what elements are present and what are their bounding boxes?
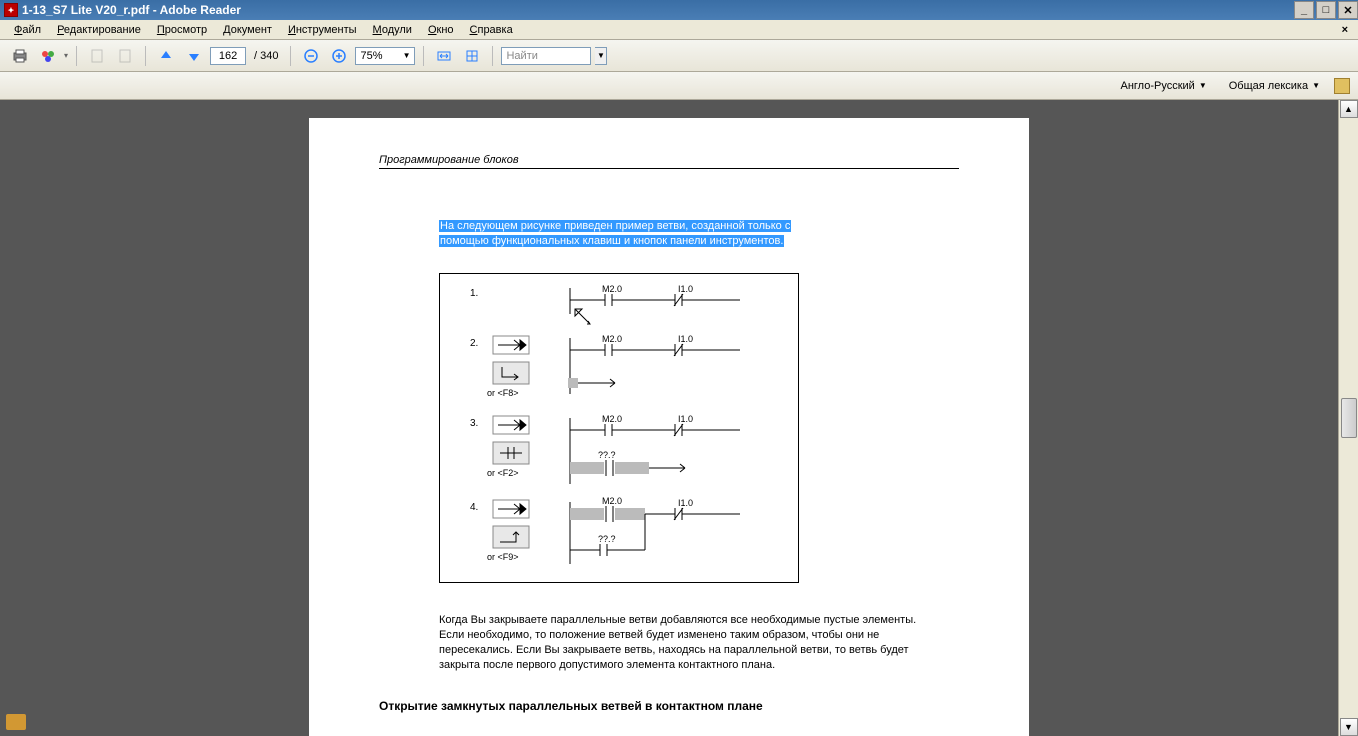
zoom-value: 75% (360, 50, 382, 62)
svg-text:I1.0: I1.0 (678, 334, 693, 344)
pdf-icon: ✦ (4, 3, 18, 17)
window-buttons: _ □ ✕ (1292, 1, 1358, 19)
page-icon (89, 48, 105, 64)
page-header: Программирование блоков (379, 154, 959, 169)
toolbar: ▾ / 340 75% ▼ Найти ▼ (0, 40, 1358, 72)
scroll-down-button[interactable]: ▼ (1340, 718, 1358, 736)
minus-icon (303, 48, 319, 64)
pdf-page: Программирование блоков На следующем рис… (309, 118, 1029, 736)
plus-icon (331, 48, 347, 64)
dictionary-icon[interactable] (1334, 78, 1350, 94)
svg-text:M2.0: M2.0 (602, 496, 622, 506)
menu-close-icon[interactable]: × (1338, 24, 1352, 36)
svg-text:M2.0: M2.0 (602, 284, 622, 294)
zoom-in-button[interactable] (327, 44, 351, 68)
collab-icon (40, 48, 56, 64)
section-heading: Открытие замкнутых параллельных ветвей в… (379, 699, 959, 713)
page-icon (117, 48, 133, 64)
find-placeholder: Найти (506, 50, 537, 62)
close-button[interactable]: ✕ (1338, 1, 1358, 19)
svg-text:I1.0: I1.0 (678, 498, 693, 508)
fit-width-button[interactable] (432, 44, 456, 68)
window-title: 1-13_S7 Lite V20_r.pdf - Adobe Reader (22, 3, 241, 17)
arrow-down-icon (186, 48, 202, 64)
comment-icon[interactable] (6, 714, 26, 730)
dict-lang-select[interactable]: Англо-Русский ▼ (1113, 78, 1215, 94)
sidebar-icons (6, 714, 26, 730)
chevron-down-icon: ▼ (403, 51, 411, 60)
scroll-up-button[interactable]: ▲ (1340, 100, 1358, 118)
svg-text:M2.0: M2.0 (602, 334, 622, 344)
find-dropdown[interactable]: ▼ (595, 47, 607, 65)
svg-text:4.: 4. (470, 502, 478, 513)
highlighted-text[interactable]: На следующем рисунке приведен пример вет… (439, 219, 919, 249)
prev-page-button[interactable] (154, 44, 178, 68)
find-input[interactable]: Найти (501, 47, 591, 65)
page-number-input[interactable] (210, 47, 246, 65)
svg-text:or <F9>: or <F9> (487, 552, 519, 562)
dict-lang-label: Англо-Русский (1121, 80, 1195, 92)
minimize-button[interactable]: _ (1294, 1, 1314, 19)
scroll-thumb[interactable] (1341, 398, 1357, 438)
print-button[interactable] (8, 44, 32, 68)
svg-text:or <F8>: or <F8> (487, 388, 519, 398)
fit-width-icon (436, 48, 452, 64)
document-viewer[interactable]: Программирование блоков На следующем рис… (0, 100, 1338, 736)
menu-plugins[interactable]: Модули (365, 22, 420, 38)
titlebar: ✦ 1-13_S7 Lite V20_r.pdf - Adobe Reader … (0, 0, 1358, 20)
zoom-out-button[interactable] (299, 44, 323, 68)
svg-text:2.: 2. (470, 338, 478, 349)
svg-text:3.: 3. (470, 418, 478, 429)
menu-edit[interactable]: Редактирование (49, 22, 149, 38)
collab-button[interactable] (36, 44, 60, 68)
menubar: Файл Редактирование Просмотр Документ Ин… (0, 20, 1358, 40)
chevron-down-icon: ▼ (1312, 81, 1320, 90)
fit-page-icon (464, 48, 480, 64)
maximize-button[interactable]: □ (1316, 1, 1336, 19)
menu-tools[interactable]: Инструменты (280, 22, 365, 38)
vertical-scrollbar[interactable]: ▲ ▼ (1338, 100, 1358, 736)
nav-first-button[interactable] (85, 44, 109, 68)
menu-help[interactable]: Справка (462, 22, 521, 38)
svg-text:??.?: ??.? (598, 450, 616, 460)
svg-text:??.?: ??.? (598, 534, 616, 544)
nav-last-button[interactable] (113, 44, 137, 68)
dictionary-bar: Англо-Русский ▼ Общая лексика ▼ (0, 72, 1358, 100)
menu-window[interactable]: Окно (420, 22, 462, 38)
arrow-up-icon (158, 48, 174, 64)
svg-text:or <F2>: or <F2> (487, 468, 519, 478)
body-paragraph[interactable]: Когда Вы закрываете параллельные ветви д… (439, 613, 919, 673)
menu-document[interactable]: Документ (215, 22, 280, 38)
fit-page-button[interactable] (460, 44, 484, 68)
step-1-label: 1. (470, 288, 478, 299)
menu-file[interactable]: Файл (6, 22, 49, 38)
svg-text:I1.0: I1.0 (678, 284, 693, 294)
svg-text:I1.0: I1.0 (678, 414, 693, 424)
next-page-button[interactable] (182, 44, 206, 68)
svg-text:M2.0: M2.0 (602, 414, 622, 424)
zoom-select[interactable]: 75% ▼ (355, 47, 415, 65)
dict-topic-label: Общая лексика (1229, 80, 1308, 92)
ladder-diagram: 1. M2.0 I1.0 2. or <F8> (439, 273, 799, 583)
printer-icon (12, 48, 28, 64)
dict-topic-select[interactable]: Общая лексика ▼ (1221, 78, 1328, 94)
menu-view[interactable]: Просмотр (149, 22, 215, 38)
page-total-label: / 340 (250, 50, 282, 62)
chevron-down-icon: ▼ (1199, 81, 1207, 90)
